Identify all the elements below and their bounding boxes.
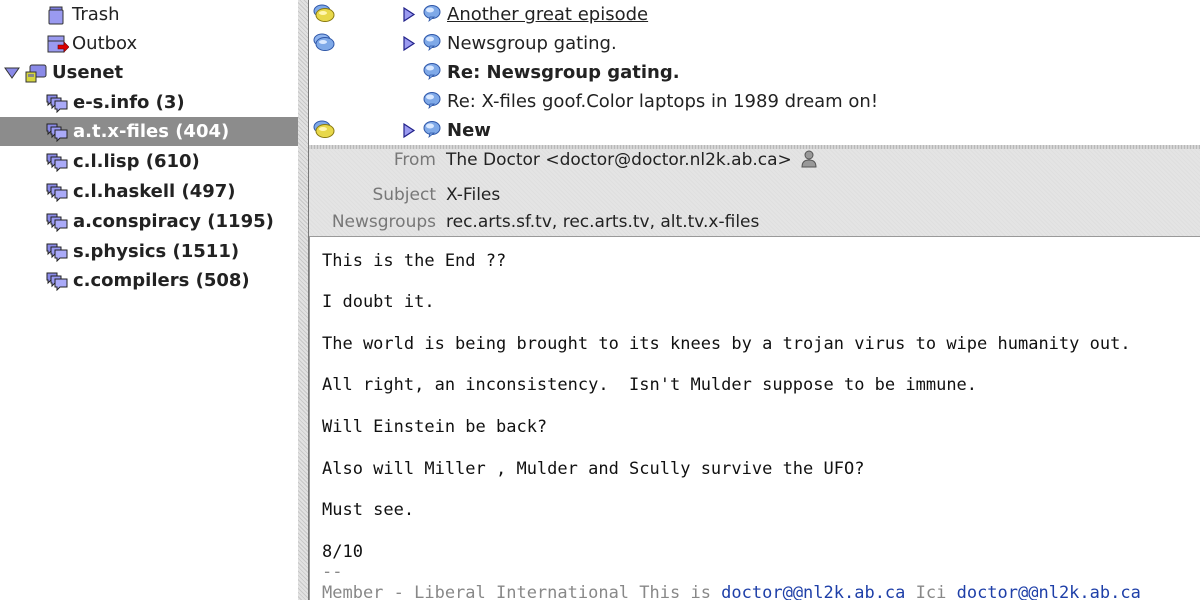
body-line: This is the End ?? (322, 251, 507, 271)
message-row[interactable]: New (309, 116, 1200, 145)
newsgroup-item[interactable]: c.l.lisp (610) (0, 147, 298, 176)
news-server-icon (25, 64, 47, 83)
thread-unread-icon (313, 4, 335, 22)
from-value[interactable]: The Doctor <doctor@doctor.nl2k.ab.ca> (446, 146, 817, 174)
folder-outbox[interactable]: Outbox (0, 29, 298, 58)
thread-read-icon (313, 33, 335, 51)
thread-expander-icon[interactable] (402, 7, 416, 23)
newsgroup-icon (46, 94, 68, 113)
folder-trash[interactable]: Trash (0, 0, 298, 29)
body-line: I doubt it. (322, 292, 435, 312)
collapse-triangle-icon[interactable] (4, 66, 20, 80)
newsgroup-label: c.l.lisp (610) (73, 151, 200, 172)
signature: Member - Liberal International This is d… (322, 583, 1141, 600)
thread-expander-icon[interactable] (402, 36, 416, 52)
newsgroup-item[interactable]: a.conspiracy (1195) (0, 207, 298, 236)
newsgroup-icon (46, 153, 68, 172)
folder-label: Trash (72, 4, 120, 25)
newsgroup-item[interactable]: s.physics (1511) (0, 237, 298, 266)
newsgroup-label: a.t.x-files (404) (73, 121, 230, 142)
signature-separator: -- (322, 562, 343, 582)
message-icon (423, 63, 441, 80)
newsgroups-value: rec.arts.sf.tv, rec.arts.tv, alt.tv.x-fi… (446, 212, 760, 232)
from-label: From (393, 150, 436, 170)
newsgroup-label: s.physics (1511) (73, 241, 240, 262)
body-line: The world is being brought to its knees … (322, 334, 1131, 354)
message-icon (423, 121, 441, 138)
body-line: Will Einstein be back? (322, 417, 548, 437)
signature-text: Member - Liberal International This is (322, 583, 722, 600)
message-icon (423, 34, 441, 51)
newsgroup-item[interactable]: e-s.info (3) (0, 88, 298, 117)
message-subject: Re: X-files goof.Color laptops in 1989 d… (447, 91, 879, 112)
newsgroup-icon (46, 213, 68, 232)
message-row[interactable]: Re: X-files goof.Color laptops in 1989 d… (309, 87, 1200, 116)
trash-icon (48, 6, 64, 25)
message-list[interactable]: Another great episode Newsgroup gating. … (309, 0, 1200, 146)
contact-icon[interactable] (801, 150, 817, 168)
newsgroup-item[interactable]: c.l.haskell (497) (0, 177, 298, 206)
body-line: All right, an inconsistency. Isn't Mulde… (322, 375, 978, 395)
from-address[interactable]: The Doctor <doctor@doctor.nl2k.ab.ca> (446, 150, 792, 170)
newsgroups-label: Newsgroups (331, 212, 436, 232)
pane-splitter-vertical[interactable] (298, 0, 309, 600)
signature-email-link[interactable]: doctor@@nl2k.ab.ca (721, 583, 905, 600)
message-row[interactable]: Newsgroup gating. (309, 29, 1200, 58)
message-subject: Re: Newsgroup gating. (447, 62, 680, 83)
message-icon (423, 92, 441, 109)
newsgroup-label: c.compilers (508) (73, 270, 250, 291)
body-line: Must see. (322, 500, 415, 520)
subject-value: X-Files (446, 185, 501, 205)
message-row[interactable]: Another great episode (309, 0, 1200, 29)
thread-unread-icon (313, 120, 335, 138)
newsgroup-item-selected[interactable]: a.t.x-files (404) (0, 117, 298, 146)
message-icon (423, 5, 441, 22)
header-newsgroups: Newsgroups rec.arts.sf.tv, rec.arts.tv, … (309, 208, 1200, 236)
outbox-icon (47, 35, 69, 53)
message-subject: New (447, 120, 491, 141)
message-headers: From The Doctor <doctor@doctor.nl2k.ab.c… (309, 149, 1200, 236)
body-line: 8/10 (322, 542, 363, 562)
signature-email-link[interactable]: doctor@@nl2k.ab.ca (957, 583, 1141, 600)
header-from: From The Doctor <doctor@doctor.nl2k.ab.c… (309, 146, 1200, 174)
signature-text: Ici (905, 583, 957, 600)
folder-label: Usenet (52, 62, 124, 83)
newsgroup-label: c.l.haskell (497) (73, 181, 236, 202)
newsgroup-icon (46, 243, 68, 262)
message-body[interactable]: This is the End ?? I doubt it. The world… (309, 236, 1200, 600)
message-subject: Newsgroup gating. (447, 33, 617, 54)
message-row[interactable]: Re: Newsgroup gating. (309, 58, 1200, 87)
newsgroup-icon (46, 183, 68, 202)
newsgroup-label: e-s.info (3) (73, 92, 185, 113)
body-line: Also will Miller , Mulder and Scully sur… (322, 459, 865, 479)
subject-label: Subject (372, 185, 436, 205)
newsgroup-icon (46, 272, 68, 291)
folder-tree[interactable]: Trash Outbox Usenet e-s.info (3) a.t.x-f… (0, 0, 299, 600)
newsgroup-item[interactable]: c.compilers (508) (0, 266, 298, 295)
newsgroup-label: a.conspiracy (1195) (73, 211, 274, 232)
header-subject: Subject X-Files (309, 181, 1200, 209)
folder-usenet[interactable]: Usenet (0, 58, 298, 87)
folder-label: Outbox (72, 33, 138, 54)
thread-expander-icon[interactable] (402, 123, 416, 139)
newsgroup-icon (46, 123, 68, 142)
message-subject: Another great episode (447, 4, 649, 25)
